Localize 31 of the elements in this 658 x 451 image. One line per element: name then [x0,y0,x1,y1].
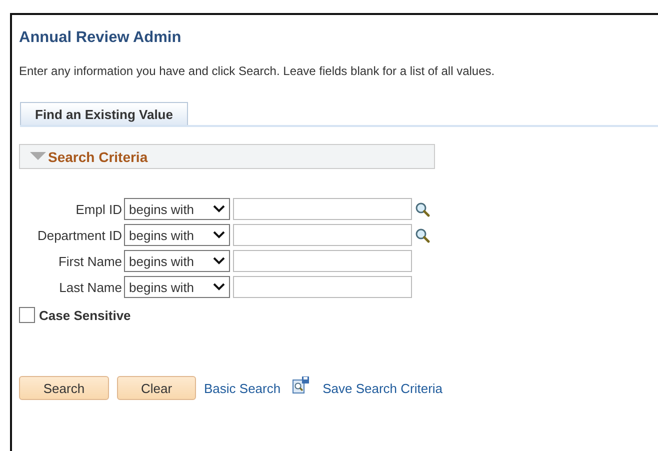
search-icon[interactable] [415,228,430,242]
section-header[interactable]: Search Criteria [19,144,435,169]
operator-dropdown[interactable]: begins with [124,198,230,220]
clear-button[interactable]: Clear [117,376,196,400]
checkbox-label: Case Sensitive [39,308,131,322]
search-icon[interactable] [415,202,430,216]
operator-dropdown[interactable]: begins with [124,224,230,246]
chevron-icon [213,283,225,291]
chevron-icon [213,205,225,213]
collapse-icon[interactable] [30,152,46,161]
input-field[interactable] [233,224,412,246]
field-label: Department ID [36,228,122,242]
chevron-icon [213,231,225,239]
input-field[interactable] [233,276,412,298]
input-field[interactable] [233,250,412,272]
link[interactable]: Basic Search [204,380,281,396]
save-search-icon[interactable] [292,376,310,394]
tab[interactable]: Find an Existing Value [20,102,188,125]
input-field[interactable] [233,198,412,220]
page-title: Annual Review Admin [19,29,182,47]
instructions: Enter any information you have and click Search. Leave fields blank for a list of all values. [19,64,496,78]
checkbox[interactable] [19,307,35,323]
field-label: Empl ID [74,202,122,216]
search-button[interactable]: Search [19,376,109,400]
operator-dropdown[interactable]: begins with [124,250,230,272]
chevron-icon [213,257,225,265]
section-title: Search Criteria [48,148,148,164]
link[interactable]: Save Search Criteria [322,380,443,396]
operator-dropdown[interactable]: begins with [124,276,230,298]
field-label: First Name [57,254,122,268]
field-label: Last Name [58,280,122,294]
